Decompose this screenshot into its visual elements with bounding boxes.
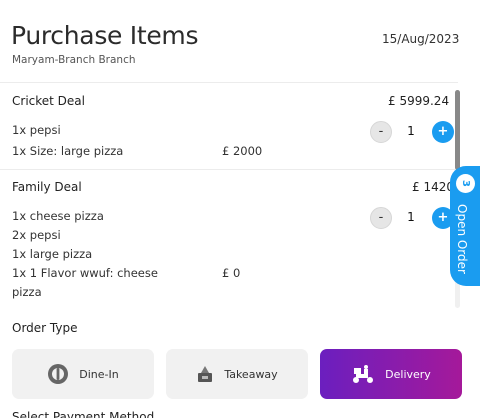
page-title: Purchase Items — [11, 21, 199, 50]
decrease-qty-button[interactable]: - — [370, 207, 392, 229]
deal-item-price: £ 0 — [222, 266, 241, 280]
open-order-label: Open Order — [455, 204, 469, 274]
delivery-label: Delivery — [385, 367, 431, 381]
delivery-button[interactable]: Delivery — [320, 349, 462, 399]
purchase-items-list[interactable]: Cricket Deal £ 5999.24 1x pepsi 1x Size:… — [0, 82, 464, 307]
delivery-scooter-icon — [351, 364, 375, 384]
takeaway-box-icon — [196, 364, 214, 384]
divider — [0, 82, 458, 83]
increase-qty-button[interactable]: + — [432, 121, 454, 143]
deal-item: 1x 1 Flavor wwuf: cheese — [12, 266, 158, 280]
plate-cutlery-icon — [47, 363, 69, 385]
open-order-count-badge: 3 — [456, 174, 475, 193]
deal-item: 1x large pizza — [12, 247, 93, 261]
dine-in-button[interactable]: Dine-In — [12, 349, 154, 399]
deal-item-price: £ 2000 — [222, 144, 263, 158]
deal-item: pizza — [12, 285, 42, 299]
dine-in-label: Dine-In — [79, 367, 119, 381]
takeaway-label: Takeaway — [224, 367, 278, 381]
order-type-label: Order Type — [12, 321, 78, 335]
open-order-tab[interactable]: 3 Open Order — [450, 166, 480, 286]
qty-value: 1 — [407, 124, 415, 138]
deal-price: £ 1420 — [412, 180, 454, 194]
deal-name: Family Deal — [12, 180, 82, 194]
deal-item: 1x pepsi — [12, 123, 61, 137]
takeaway-button[interactable]: Takeaway — [166, 349, 308, 399]
deal-name: Cricket Deal — [12, 94, 85, 108]
deal-item: 1x cheese pizza — [12, 209, 104, 223]
deal-item: 2x pepsi — [12, 228, 61, 242]
scrollbar-thumb[interactable] — [455, 90, 460, 170]
deal-price: £ 5999.24 — [388, 94, 450, 108]
qty-value: 1 — [407, 210, 415, 224]
decrease-qty-button[interactable]: - — [370, 121, 392, 143]
payment-method-label: Select Payment Method — [12, 410, 155, 418]
branch-name: Maryam-Branch Branch — [12, 54, 136, 66]
divider — [0, 169, 458, 170]
order-date: 15/Aug/2023 — [382, 32, 460, 46]
deal-item: 1x Size: large pizza — [12, 144, 124, 158]
